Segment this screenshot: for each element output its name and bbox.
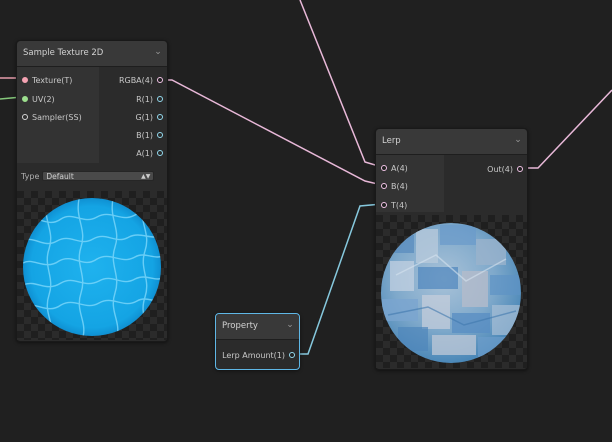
port-label: RGBA(4) [118,75,153,85]
node-title: Lerp [382,136,401,146]
output-port-rgba[interactable]: RGBA(4) [119,73,163,87]
wire-into-lerp-a[interactable] [299,0,383,168]
output-port-a[interactable]: A(1) [136,146,163,160]
port-dot-icon[interactable] [157,132,163,138]
port-label: A(1) [136,148,153,158]
input-port-uv[interactable]: UV(2) [22,92,55,106]
port-dot-icon[interactable] [22,114,28,120]
port-dot-icon[interactable] [381,165,387,171]
port-dot-icon[interactable] [517,166,523,172]
chevron-down-icon[interactable]: ⌄ [285,320,295,330]
node-header[interactable]: Property ⌄ [216,314,299,340]
output-port-r[interactable]: R(1) [136,92,163,106]
port-dot-icon[interactable] [22,77,28,83]
texture-preview [17,191,167,340]
port-dot-icon[interactable] [157,96,163,102]
node-title: Sample Texture 2D [23,48,104,58]
lerp-preview [376,215,527,368]
node-header[interactable]: Sample Texture 2D ⌄ [17,41,167,67]
chevron-down-icon[interactable]: ⌄ [153,47,163,57]
property-node[interactable]: Property ⌄ Lerp Amount(1) [215,313,300,370]
port-label: T(4) [391,200,408,210]
port-dot-icon[interactable] [157,150,163,156]
port-label: A(4) [391,163,408,173]
type-dropdown[interactable]: Default ▲▼ [42,171,155,181]
output-port-b[interactable]: B(1) [136,128,163,142]
port-dot-icon[interactable] [381,202,387,208]
port-dot-icon[interactable] [381,183,387,189]
dropdown-arrows-icon: ▲▼ [141,173,151,180]
port-label: R(1) [136,94,153,104]
input-port-sampler[interactable]: Sampler(SS) [22,110,82,124]
input-port-t[interactable]: T(4) [381,198,407,212]
port-dot-icon[interactable] [157,114,163,120]
wire-rgba-to-lerp-b[interactable] [160,79,383,186]
blended-sphere-image [381,223,521,363]
water-sphere-image [23,198,161,336]
input-port-b[interactable]: B(4) [381,179,408,193]
wire-lerp-out[interactable] [520,89,612,169]
port-label: Out(4) [487,164,513,174]
port-label: Lerp Amount(1) [222,350,285,360]
output-port-g[interactable]: G(1) [135,110,163,124]
port-label: B(4) [391,181,408,191]
type-label: Type [21,171,40,181]
port-dot-icon[interactable] [22,96,28,102]
port-label: Sampler(SS) [32,112,82,122]
port-label: UV(2) [32,94,55,104]
port-dot-icon[interactable] [157,77,163,83]
input-port-a[interactable]: A(4) [381,161,408,175]
output-port-out[interactable]: Out(4) [487,162,523,176]
type-row: Type Default ▲▼ [21,170,155,182]
sample-texture-2d-node[interactable]: Sample Texture 2D ⌄ Texture(T) UV(2) Sam… [16,40,168,342]
type-dropdown-value: Default [46,172,74,181]
chevron-down-icon[interactable]: ⌄ [513,135,523,145]
wire-lerp-amount-to-t[interactable] [290,203,383,355]
port-label: Texture(T) [32,75,73,85]
input-port-texture[interactable]: Texture(T) [22,73,72,87]
output-port-lerp-amount[interactable]: Lerp Amount(1) [222,348,295,362]
lerp-node[interactable]: Lerp ⌄ A(4) B(4) T(4) Out(4) [375,128,528,370]
node-header[interactable]: Lerp ⌄ [376,129,527,155]
port-label: G(1) [135,112,153,122]
node-title: Property [222,321,258,331]
port-dot-icon[interactable] [289,352,295,358]
port-label: B(1) [136,130,153,140]
